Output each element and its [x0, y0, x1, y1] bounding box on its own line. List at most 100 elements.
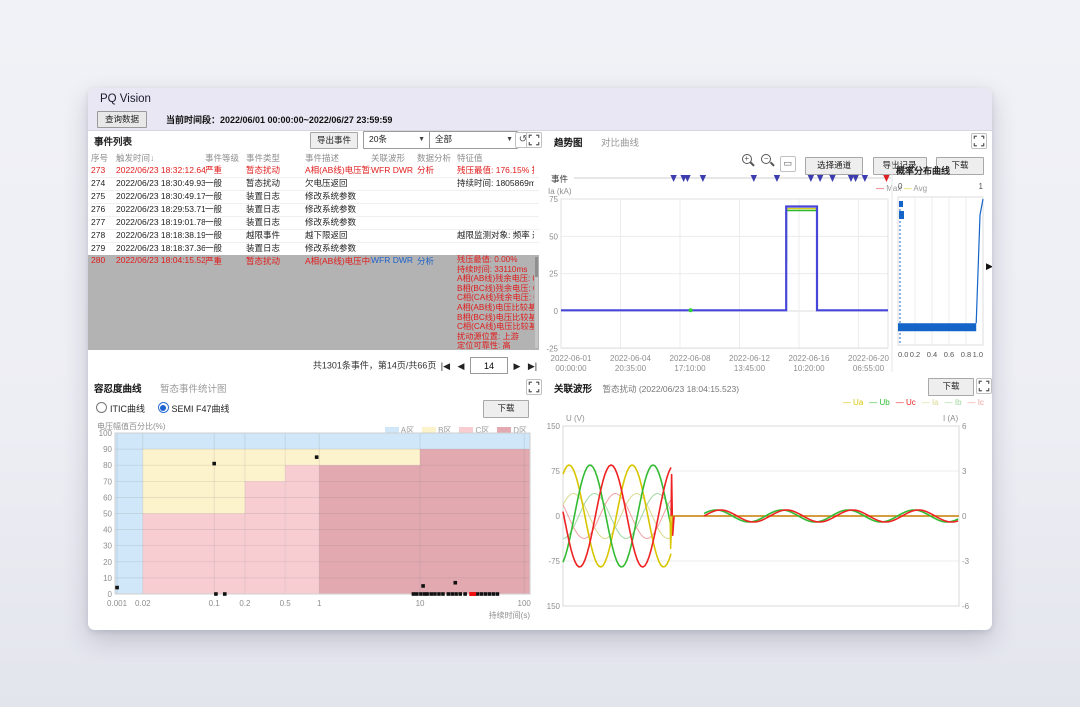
- filter-value: 全部: [435, 134, 452, 144]
- next-page-icon[interactable]: ▶: [510, 361, 523, 372]
- query-data-button[interactable]: 查询数据: [97, 111, 147, 128]
- prev-page-icon[interactable]: ◀: [454, 361, 467, 372]
- svg-text:1: 1: [979, 182, 984, 191]
- trend-panel: 趋势图 对比曲线 + − ▭ 选择通道 导出记录 下载 事件 Ia (kA) —…: [546, 131, 992, 372]
- svg-text:2022-06-12: 2022-06-12: [729, 354, 770, 363]
- svg-text:1.0: 1.0: [973, 350, 983, 359]
- trend-chart: 7550250-252022-06-0100:00:002022-06-0420…: [546, 131, 992, 372]
- svg-text:25: 25: [549, 270, 558, 279]
- svg-text:90: 90: [103, 445, 112, 454]
- tolerance-panel: 容忍度曲线 暂态事件统计图 ITIC曲线 SEMI F47曲线 下载 电压幅值百…: [88, 376, 545, 630]
- collapse-panel-arrow-icon[interactable]: ▶: [986, 261, 992, 272]
- svg-text:13:45:00: 13:45:00: [734, 364, 766, 372]
- svg-text:20: 20: [103, 558, 112, 567]
- svg-text:50: 50: [103, 510, 112, 519]
- svg-text:-3: -3: [962, 557, 970, 566]
- svg-text:10: 10: [416, 599, 425, 608]
- pagination: 共1301条事件，第14页/共66页 |◀ ◀ ▶ ▶|: [313, 357, 539, 374]
- app-title: PQ Vision: [100, 93, 151, 105]
- cell-time: 2022/06/23 18:04:15.523: [116, 255, 205, 350]
- svg-text:20:35:00: 20:35:00: [615, 364, 647, 372]
- svg-text:0.5: 0.5: [280, 599, 292, 608]
- svg-text:2022-06-16: 2022-06-16: [789, 354, 830, 363]
- desktop: { "window": { "title": "PQ Vision" }, "q…: [0, 0, 1080, 707]
- svg-text:6: 6: [962, 422, 967, 431]
- svg-text:150: 150: [547, 422, 561, 431]
- svg-text:30: 30: [103, 542, 112, 551]
- event-row[interactable]: 2772022/06/23 18:19:01.781一般装置日志修改系统参数: [91, 216, 539, 230]
- cell-desc: A相(AB线)电压中断: [305, 255, 371, 350]
- svg-text:2022-06-08: 2022-06-08: [670, 354, 711, 363]
- cell-level: 严重: [205, 255, 246, 350]
- svg-text:0.8: 0.8: [961, 350, 971, 359]
- svg-text:00:00:00: 00:00:00: [555, 364, 587, 372]
- svg-text:-25: -25: [546, 344, 558, 353]
- svg-text:持续时间(s): 持续时间(s): [489, 610, 531, 620]
- svg-text:3: 3: [962, 467, 967, 476]
- svg-text:0: 0: [554, 307, 559, 316]
- svg-text:2022-06-04: 2022-06-04: [610, 354, 651, 363]
- chevron-down-icon: ▼: [506, 132, 513, 147]
- svg-text:1: 1: [317, 599, 322, 608]
- scrollbar-track[interactable]: [535, 257, 538, 348]
- svg-text:2022-06-01: 2022-06-01: [551, 354, 592, 363]
- svg-text:0.6: 0.6: [944, 350, 954, 359]
- svg-text:75: 75: [549, 195, 558, 204]
- svg-text:100: 100: [99, 429, 113, 438]
- event-row[interactable]: 2792022/06/23 18:18:37.362一般装置日志修改系统参数: [91, 242, 539, 256]
- svg-text:0.2: 0.2: [239, 599, 251, 608]
- pagination-summary: 共1301条事件，第14页/共66页: [313, 361, 437, 371]
- tolerance-chart: 0 10 20 30 40 50 60 70 80 90 100 0.001 0.02 0.1 0.2 0.5…: [88, 376, 545, 630]
- cell-no: 280: [91, 255, 116, 350]
- svg-text:-6: -6: [962, 602, 970, 611]
- cell-type: 暂态扰动: [246, 255, 305, 350]
- scrollbar-thumb[interactable]: [535, 257, 538, 277]
- event-table-header: 序号触发时间↓事件等级事件类型事件描述关联波形数据分析特征值: [91, 152, 534, 164]
- analysis-link[interactable]: 分析: [417, 255, 457, 350]
- svg-text:0.1: 0.1: [209, 599, 221, 608]
- svg-text:0: 0: [556, 512, 561, 521]
- svg-text:70: 70: [103, 477, 112, 486]
- page-size-dropdown[interactable]: 20条 ▼: [363, 131, 430, 149]
- titlebar: PQ Vision 查询数据 当前时间段：2022/06/01 00:00:00…: [88, 88, 992, 131]
- svg-text:10: 10: [103, 574, 112, 583]
- event-row[interactable]: 2782022/06/23 18:18:38.197一般越限事件越下限返回越限监…: [91, 229, 539, 243]
- event-row[interactable]: 2752022/06/23 18:30:49.170一般装置日志修改系统参数: [91, 190, 539, 204]
- svg-text:0: 0: [108, 590, 113, 599]
- svg-text:60: 60: [103, 493, 112, 502]
- svg-text:10:20:00: 10:20:00: [793, 364, 825, 372]
- feature-values: 残压最值: 0.00%持续时间: 33110msA相(AB线)残余电压: 0.0…: [457, 255, 534, 350]
- event-row[interactable]: 2732022/06/23 18:32:12.646严重暂态扰动A相(AB线)电…: [91, 164, 539, 178]
- svg-text:-75: -75: [548, 557, 560, 566]
- svg-text:0.001: 0.001: [107, 599, 128, 608]
- last-page-icon[interactable]: ▶|: [526, 361, 539, 372]
- svg-text:0: 0: [962, 512, 967, 521]
- expand-icon[interactable]: [526, 132, 542, 148]
- filter-dropdown[interactable]: 全部 ▼: [429, 131, 518, 149]
- svg-text:40: 40: [103, 526, 112, 535]
- svg-text:17:10:00: 17:10:00: [674, 364, 706, 372]
- event-row[interactable]: 2742022/06/23 18:30:49.931一般暂态扰动欠电压返回持续时…: [91, 177, 539, 191]
- svg-text:0.0: 0.0: [898, 350, 908, 359]
- waveform-links[interactable]: WFR DWR: [371, 255, 417, 350]
- svg-text:2022-06-20: 2022-06-20: [848, 354, 889, 363]
- svg-text:0: 0: [898, 182, 903, 191]
- svg-text:50: 50: [549, 232, 558, 241]
- svg-text:80: 80: [103, 461, 112, 470]
- event-row[interactable]: 2762022/06/23 18:29:53.713一般装置日志修改系统参数: [91, 203, 539, 217]
- selected-event-row[interactable]: 280 2022/06/23 18:04:15.523 严重 暂态扰动 A相(A…: [88, 255, 539, 350]
- waveform-chart: 150 6 75 3 0 0 -75 -3 -150 -6: [546, 376, 992, 630]
- svg-text:0.2: 0.2: [910, 350, 920, 359]
- pq-vision-window: PQ Vision 查询数据 当前时间段：2022/06/01 00:00:00…: [88, 88, 992, 630]
- current-time-range-label: 当前时间段：2022/06/01 00:00:00~2022/06/27 23:…: [166, 113, 392, 126]
- svg-text:75: 75: [551, 467, 560, 476]
- svg-text:100: 100: [518, 599, 532, 608]
- svg-text:-150: -150: [546, 602, 561, 611]
- svg-text:0.02: 0.02: [135, 599, 151, 608]
- export-events-button[interactable]: 导出事件: [310, 132, 358, 149]
- event-list-panel: 事件列表 导出事件 20条 ▼ 全部 ▼ ↺ 序号触发时间↓事件等级事件类型事件…: [88, 131, 545, 372]
- event-list-title: 事件列表: [94, 134, 132, 148]
- first-page-icon[interactable]: |◀: [439, 361, 452, 372]
- page-input[interactable]: [470, 357, 508, 374]
- chevron-down-icon: ▼: [418, 132, 425, 147]
